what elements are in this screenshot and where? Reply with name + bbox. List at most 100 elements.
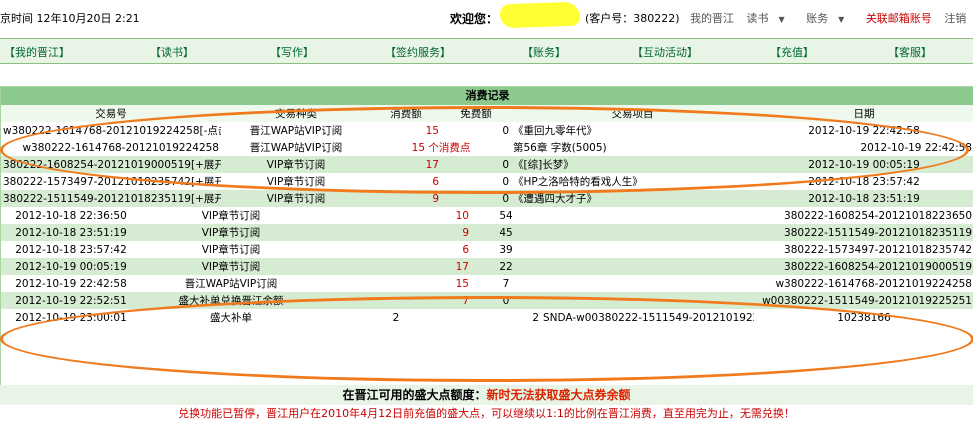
date-cell: 2012-10-18 23:57:42 [754, 173, 973, 190]
ledger-id: 380222-1608254-20121018223650 [754, 207, 973, 224]
spend-cell: 6 [371, 173, 441, 190]
spend-cell: 15 [371, 122, 441, 139]
transaction-id-toggle[interactable]: 380222-1511549-20121018235119[+展开细节] [1, 190, 221, 207]
records-table: 交易号 交易种类 消费额 免费额 交易项目 日期 w380222-1614768… [1, 105, 973, 207]
ledger-spend: 7 [321, 292, 471, 309]
ledger-row: 2012-10-19 22:52:51 盛大补单兑换晋江余额 7 0 w0038… [1, 292, 973, 309]
table-row: 380222-1608254-20121019000519[+展开细节] VIP… [1, 156, 973, 173]
nav-contract[interactable]: 【签约服务】 [385, 44, 451, 60]
date-cell: 2012-10-19 00:05:19 [754, 156, 973, 173]
item-cell: 《重回九零年代》 [511, 122, 754, 139]
section-title: 消费记录 [1, 87, 973, 105]
transaction-id-toggle[interactable]: 380222-1608254-20121019000519[+展开细节] [1, 156, 221, 173]
col-spend: 消费额 [371, 105, 441, 122]
ledger-balance: 0 [471, 292, 541, 309]
account-menu-label: 账务 [806, 12, 829, 25]
top-links: 我的晋江 读书 ▼ 账务 ▼ 关联邮箱账号 注销 [690, 10, 973, 26]
ledger-balance: 45 [471, 224, 541, 241]
date-cell: 2012-10-18 23:51:19 [754, 190, 973, 207]
top-bar: 京时间 12年10月20日 2:21 欢迎您： (客户号：380222) 我的晋… [0, 0, 973, 34]
server-time: 京时间 12年10月20日 2:21 [0, 12, 140, 25]
ledger-date: 2012-10-19 00:05:19 [1, 258, 141, 275]
ledger-id: w00380222-1511549-20121019225251 [754, 292, 973, 309]
table-row: w380222-1614768-20121019224258 晋江WAP站VIP… [1, 139, 973, 156]
account-menu[interactable]: 账务 ▼ [806, 12, 853, 25]
nav-my-jinjiang[interactable]: 【我的晋江】 [4, 44, 70, 60]
table-row: w380222-1614768-20121019224258[-点击收起] 晋江… [1, 122, 973, 139]
nav-writing[interactable]: 【写作】 [270, 44, 314, 60]
ledger-date: 2012-10-19 22:42:58 [1, 275, 141, 292]
col-item: 交易项目 [511, 105, 754, 122]
ledger-date: 2012-10-19 23:00:01 [1, 309, 141, 326]
date-cell: 2012-10-19 22:42:58 [754, 122, 973, 139]
ledger-id: 380222-1573497-20121018235742 [754, 241, 973, 258]
ledger-id: 380222-1608254-20121019000519 [754, 258, 973, 275]
type-cell: 晋江WAP站VIP订阅 [221, 139, 371, 156]
logout-link[interactable]: 注销 [944, 12, 966, 25]
ledger-type: 晋江WAP站VIP订阅 [141, 275, 321, 292]
ledger-row: 2012-10-18 23:57:42 VIP章节订阅 6 39 380222-… [1, 241, 973, 258]
type-cell: VIP章节订阅 [221, 173, 371, 190]
ledger-type: 盛大补单 [141, 309, 321, 326]
shanda-balance-status: 新时无法获取盛大点券余额 [486, 388, 631, 402]
shanda-balance-line: 在晋江可用的盛大点额度：新时无法获取盛大点券余额 [0, 385, 973, 405]
ledger-balance: 54 [471, 207, 541, 224]
transaction-id-cell: w380222-1614768-20121019224258 [1, 139, 221, 156]
ledger-spend: 15 [321, 275, 471, 292]
ledger-table: 2012-10-18 22:36:50 VIP章节订阅 10 54 380222… [1, 207, 973, 326]
item-cell: 第56章 字数(5005) [511, 139, 754, 156]
ledger-spend: 6 [321, 241, 471, 258]
free-cell: 0 [441, 156, 511, 173]
spend-cell: 15 个消费点 [371, 139, 511, 156]
chevron-down-icon: ▼ [838, 15, 845, 24]
consumption-records: 消费记录 交易号 交易种类 消费额 免费额 交易项目 日期 w380222-16… [0, 86, 973, 388]
ledger-spend: 10 [321, 207, 471, 224]
table-header-row: 交易号 交易种类 消费额 免费额 交易项目 日期 [1, 105, 973, 122]
welcome-label: 欢迎您： [450, 12, 499, 26]
ledger-id: SNDA-w00380222-1511549-20121019225251 [541, 309, 754, 326]
type-cell: VIP章节订阅 [221, 190, 371, 207]
ledger-row: 2012-10-19 22:42:58 晋江WAP站VIP订阅 15 7 w38… [1, 275, 973, 292]
nav-support[interactable]: 【客服】 [888, 44, 932, 60]
ledger-balance: 22 [471, 258, 541, 275]
link-email-account[interactable]: 关联邮箱账号 [866, 12, 932, 25]
ledger-id: 380222-1511549-20121018235119 [754, 224, 973, 241]
nav-reading[interactable]: 【读书】 [150, 44, 194, 60]
col-free: 免费额 [441, 105, 511, 122]
transaction-id-toggle[interactable]: 380222-1573497-20121018235742[+展开细节] [1, 173, 221, 190]
reading-menu-label: 读书 [746, 12, 769, 25]
ledger-balance: 39 [471, 241, 541, 258]
exchange-notice: 兑换功能已暂停，晋江用户在2010年4月12日前充值的盛大点，可以继续以1:1的… [178, 407, 795, 420]
transaction-id-toggle[interactable]: w380222-1614768-20121019224258[-点击收起] [1, 122, 221, 139]
ledger-date: 2012-10-18 23:51:19 [1, 224, 141, 241]
ledger-spend: 9 [321, 224, 471, 241]
spend-cell: 9 [371, 190, 441, 207]
item-cell: 《HP之洛哈特的看戏人生》 [511, 173, 754, 190]
ledger-id: w380222-1614768-20121019224258 [754, 275, 973, 292]
ledger-balance: 7 [471, 275, 541, 292]
free-cell: 0 [441, 173, 511, 190]
ledger-amount: 2 [321, 309, 471, 326]
ledger-extra: 10238166 [754, 309, 973, 326]
ledger-type: VIP章节订阅 [141, 207, 321, 224]
nav-recharge[interactable]: 【充值】 [770, 44, 814, 60]
type-cell: 晋江WAP站VIP订阅 [221, 122, 371, 139]
reading-menu[interactable]: 读书 ▼ [747, 12, 794, 25]
ledger-date: 2012-10-19 22:52:51 [1, 292, 141, 309]
table-row: 380222-1511549-20121018235119[+展开细节] VIP… [1, 190, 973, 207]
col-transaction-id: 交易号 [1, 105, 221, 122]
ledger-spend: 17 [321, 258, 471, 275]
main-nav: 【我的晋江】 【读书】 【写作】 【签约服务】 【账务】 【互动活动】 【充值】… [0, 38, 973, 64]
ledger-type: VIP章节订阅 [141, 258, 321, 275]
ledger-amount-2: 2 [471, 309, 541, 326]
ledger-type: 盛大补单兑换晋江余额 [141, 292, 321, 309]
redaction-highlight [499, 1, 581, 29]
nav-activities[interactable]: 【互动活动】 [632, 44, 698, 60]
type-cell: VIP章节订阅 [221, 156, 371, 173]
customer-number: (客户号：380222) [585, 12, 680, 25]
ledger-row: 2012-10-18 23:51:19 VIP章节订阅 9 45 380222-… [1, 224, 973, 241]
nav-account[interactable]: 【账务】 [522, 44, 566, 60]
shanda-balance-label: 在晋江可用的盛大点额度： [342, 388, 487, 402]
table-row: 380222-1573497-20121018235742[+展开细节] VIP… [1, 173, 973, 190]
my-jinjiang-link[interactable]: 我的晋江 [690, 12, 734, 25]
